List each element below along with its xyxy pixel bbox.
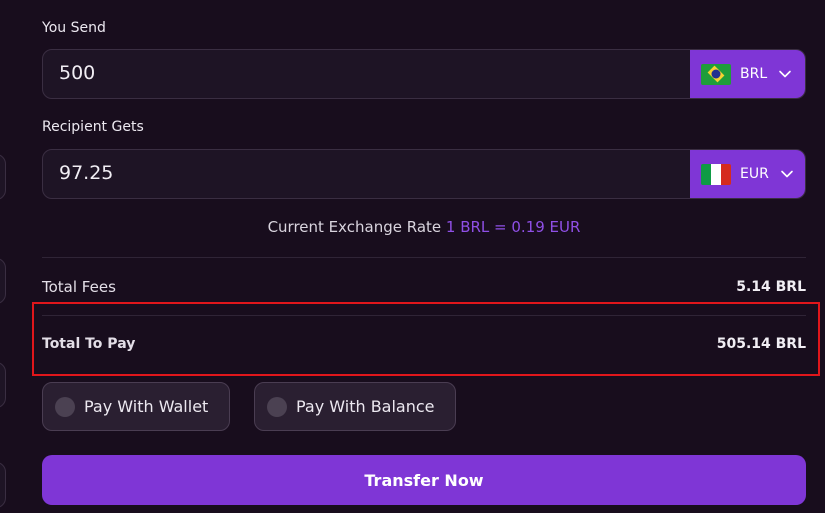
left-panel-edge: [0, 362, 6, 408]
pay-option-label: Pay With Balance: [296, 397, 435, 416]
receive-currency-code: EUR: [740, 166, 769, 182]
exchange-rate: Current Exchange Rate 1 BRL = 0.19 EUR: [42, 218, 806, 236]
left-panel-edge: [0, 258, 6, 304]
italy-flag-icon: [701, 163, 731, 185]
send-currency-select[interactable]: BRL: [690, 50, 805, 98]
receive-currency-select[interactable]: EUR: [690, 150, 805, 198]
left-panel-edge: [0, 154, 6, 200]
exchange-rate-label: Current Exchange Rate: [267, 218, 442, 236]
total-fees-label: Total Fees: [42, 278, 116, 296]
radio-button[interactable]: [267, 396, 287, 417]
highlight-box: [32, 302, 820, 376]
receive-amount-input[interactable]: 97.25: [59, 162, 113, 184]
pay-option-label: Pay With Wallet: [84, 397, 209, 416]
pay-with-balance-option[interactable]: Pay With Balance: [254, 382, 456, 431]
chevron-down-icon: [781, 170, 793, 178]
exchange-rate-value: 1 BRL = 0.19 EUR: [445, 218, 581, 236]
send-label: You Send: [42, 20, 106, 36]
pay-with-wallet-option[interactable]: Pay With Wallet: [42, 382, 230, 431]
total-fees-value: 5.14 BRL: [736, 279, 806, 295]
send-amount-input[interactable]: 500: [59, 62, 95, 84]
send-currency-code: BRL: [740, 66, 768, 82]
receive-label: Recipient Gets: [42, 119, 144, 135]
divider: [42, 257, 806, 258]
transfer-now-button[interactable]: Transfer Now: [42, 455, 806, 505]
brazil-flag-icon: [701, 63, 731, 85]
radio-button[interactable]: [55, 396, 75, 417]
send-amount-field[interactable]: 500 BRL: [42, 49, 806, 99]
left-panel-edge: [0, 462, 6, 508]
receive-amount-field[interactable]: 97.25 EUR: [42, 149, 806, 199]
chevron-down-icon: [779, 70, 791, 78]
